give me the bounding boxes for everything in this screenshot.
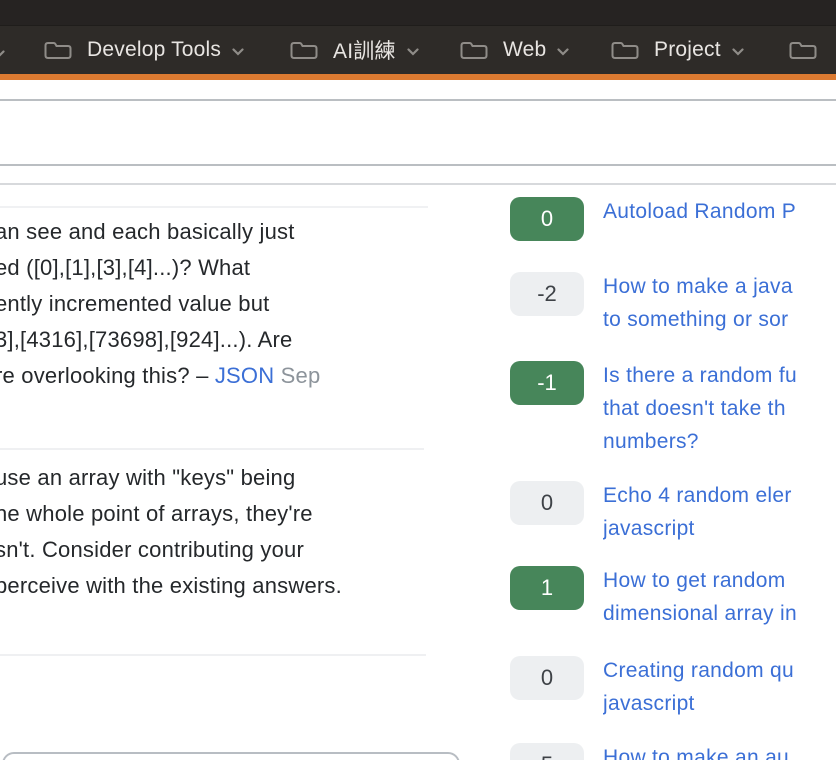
vote-count: 0	[541, 490, 553, 516]
related-question-link[interactable]: How to make a java to something or sor	[603, 270, 836, 336]
bookmark-folder-partial[interactable]	[788, 26, 818, 74]
bookmark-label: Develop Tools	[87, 38, 221, 62]
related-question-link[interactable]: Creating random qu javascript	[603, 654, 836, 720]
chevron-down-icon	[232, 43, 244, 61]
divider	[0, 99, 836, 101]
related-question-link[interactable]: Is there a random fu that doesn't take t…	[603, 359, 836, 458]
comment-text-line: ently incremented value but	[0, 286, 431, 322]
vote-count: -2	[537, 281, 557, 307]
related-question-row: 0 Echo 4 random eler javascript	[510, 481, 836, 525]
related-question-row: -2 How to make a java to something or so…	[510, 272, 836, 316]
bookmark-label: AI訓練	[333, 35, 396, 65]
question-title-line: dimensional array in	[603, 597, 836, 630]
bookmark-folder-web[interactable]: Web	[459, 26, 569, 74]
folder-icon	[43, 40, 73, 61]
question-title-line: javascript	[603, 687, 836, 720]
bookmark-folder-develop-tools[interactable]: Develop Tools	[43, 26, 244, 74]
question-title-line: javascript	[603, 512, 836, 545]
comment-text-line: 3],[4316],[73698],[924]...). Are	[0, 322, 431, 358]
question-title-line: How to get random	[603, 564, 836, 597]
bookmark-folder-project[interactable]: Project	[610, 26, 744, 74]
chevron-down-icon	[0, 45, 5, 63]
comment-text-line: use an array with "keys" being	[0, 460, 431, 496]
folder-icon	[788, 40, 818, 61]
related-question-link[interactable]: Echo 4 random eler javascript	[603, 479, 836, 545]
vote-badge: -2	[510, 272, 584, 316]
window-titlebar	[0, 0, 836, 26]
folder-icon	[610, 40, 640, 61]
related-question-link[interactable]: Autoload Random P	[603, 195, 836, 228]
vote-count: 5	[541, 752, 553, 760]
question-title-line: numbers?	[603, 425, 836, 458]
comment-text-line: sn't. Consider contributing your	[0, 532, 431, 568]
vote-badge: -1	[510, 361, 584, 405]
comment-text-line: perceive with the existing answers.	[0, 568, 431, 604]
comment-divider	[0, 448, 424, 450]
comments-top-divider	[0, 206, 428, 208]
question-title-line: How to make a java	[603, 270, 836, 303]
bookmark-folder-ai-training[interactable]: AI訓練	[289, 26, 419, 74]
vote-count: 0	[541, 206, 553, 232]
folder-icon	[289, 40, 319, 61]
question-title-line: How to make an au	[603, 741, 836, 760]
divider	[0, 164, 836, 166]
chevron-down-icon	[557, 43, 569, 61]
comment-text-line: re overlooking this? – JSON Sep	[0, 358, 431, 394]
question-title-line: Echo 4 random eler	[603, 479, 836, 512]
bookmark-label: Project	[654, 38, 721, 62]
comment-text-line: ed ([0],[1],[3],[4]...)? What	[0, 250, 431, 286]
divider	[0, 183, 836, 185]
comment-author-link[interactable]: JSON	[215, 363, 274, 388]
vote-badge: 0	[510, 656, 584, 700]
comment-text-line: he whole point of arrays, they're	[0, 496, 431, 532]
vote-badge: 0	[510, 197, 584, 241]
chevron-down-icon	[732, 43, 744, 61]
vote-count: -1	[537, 370, 557, 396]
comment-divider	[0, 654, 426, 656]
comment-text-line: an see and each basically just	[0, 214, 431, 250]
question-title-line: that doesn't take th	[603, 392, 836, 425]
chevron-down-icon	[407, 43, 419, 61]
related-question-row: 1 How to get random dimensional array in	[510, 566, 836, 610]
related-question-link[interactable]: How to make an au	[603, 741, 836, 760]
question-title-line: Is there a random fu	[603, 359, 836, 392]
browser-window: Develop Tools AI訓練 Web Project an see a	[0, 0, 836, 760]
comment-text: re overlooking this? –	[0, 363, 215, 388]
comment-date: Sep	[274, 363, 320, 388]
question-title-line: Creating random qu	[603, 654, 836, 687]
related-question-row: 0 Autoload Random P	[510, 197, 836, 241]
question-title-line: to something or sor	[603, 303, 836, 336]
vote-badge: 5	[510, 743, 584, 760]
bookmarks-bar: Develop Tools AI訓練 Web Project	[0, 26, 836, 74]
related-question-link[interactable]: How to get random dimensional array in	[603, 564, 836, 630]
related-question-row: 5 How to make an au	[510, 743, 836, 760]
comment: an see and each basically just ed ([0],[…	[0, 214, 431, 394]
add-comment-input[interactable]	[2, 752, 460, 760]
question-title-line: Autoload Random P	[603, 195, 836, 228]
vote-badge: 1	[510, 566, 584, 610]
vote-badge: 0	[510, 481, 584, 525]
page-accent-bar	[0, 74, 836, 80]
vote-count: 0	[541, 665, 553, 691]
related-question-row: -1 Is there a random fu that doesn't tak…	[510, 361, 836, 405]
vote-count: 1	[541, 575, 553, 601]
comment: use an array with "keys" being he whole …	[0, 460, 431, 604]
folder-icon	[459, 40, 489, 61]
bookmark-label: Web	[503, 38, 546, 62]
related-question-row: 0 Creating random qu javascript	[510, 656, 836, 700]
